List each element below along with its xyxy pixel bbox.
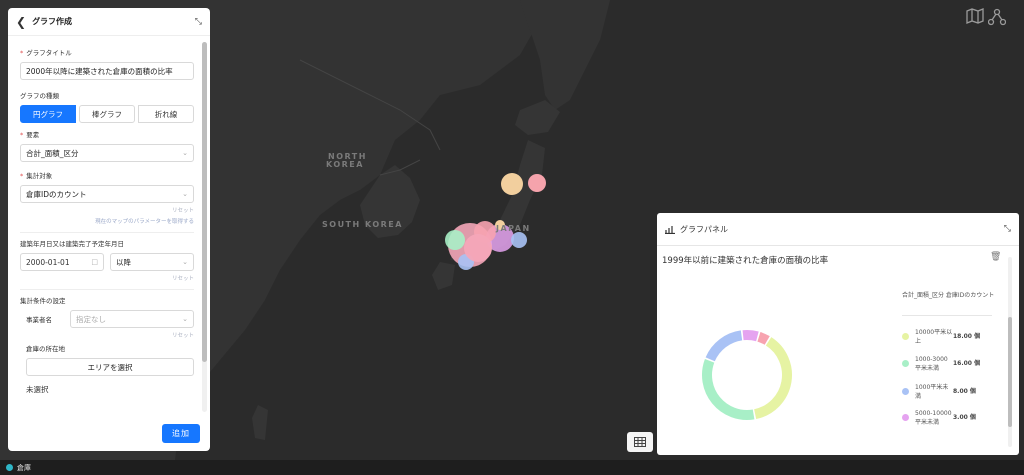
chevron-down-icon: ⌄ xyxy=(182,258,188,266)
share-icon[interactable] xyxy=(988,8,1008,28)
operator-select-placeholder: 指定なし xyxy=(76,314,106,324)
graph-type-bar[interactable]: 棒グラフ xyxy=(79,105,135,123)
graph-panel: グラフパネル ⤡ 1999年以前に建築された倉庫の面積の比率 🗑 合計_面積_区… xyxy=(657,213,1019,455)
panel-scrollbar[interactable] xyxy=(202,42,207,412)
aggregate-select-value: 倉庫IDのカウント xyxy=(26,189,87,199)
map-label-south-korea: SOUTH KOREA xyxy=(322,220,403,229)
layer-color-dot xyxy=(6,464,13,471)
bubble-marker[interactable] xyxy=(501,173,523,195)
donut-slice[interactable] xyxy=(753,337,792,420)
date-section-label: 建築年月日又は建築完了予定年月日 xyxy=(20,240,124,248)
aggregate-select[interactable]: 倉庫IDのカウント ⌄ xyxy=(20,185,194,203)
bar-chart-icon xyxy=(665,225,675,234)
legend-label: 1000-3000平米未満 xyxy=(915,356,948,372)
graph-panel-header: グラフパネル ⤡ xyxy=(657,213,1019,246)
date-op-select[interactable]: 以降 ⌄ xyxy=(110,253,194,271)
select-area-button[interactable]: エリアを選択 xyxy=(26,358,194,376)
graph-type-selector: 円グラフ 棒グラフ 折れ線 xyxy=(20,105,194,123)
chevron-down-icon: ⌄ xyxy=(182,190,188,198)
calendar-icon: □ xyxy=(91,258,98,266)
use-map-params-link[interactable]: 現在のマップのパラメーターを取得する xyxy=(20,217,194,225)
add-button[interactable]: 追加 xyxy=(162,424,200,443)
operator-select[interactable]: 指定なし ⌄ xyxy=(70,310,194,328)
divider xyxy=(20,232,194,233)
condition-section-label: 集計条件の設定 xyxy=(20,297,66,305)
graph-type-line[interactable]: 折れ線 xyxy=(138,105,194,123)
table-toggle-button[interactable] xyxy=(627,432,653,452)
collapse-icon[interactable]: ⤡ xyxy=(195,17,202,27)
operator-label: 事業者名 xyxy=(26,316,52,324)
legend-swatch xyxy=(902,360,909,367)
donut-chart xyxy=(702,330,792,420)
legend-item[interactable]: 1000-3000平米未満 16.00 個 xyxy=(902,355,1002,373)
legend-label: 5000-10000平米未満 xyxy=(915,410,952,426)
date-value: 2000-01-01 xyxy=(26,257,70,267)
date-reset-link[interactable]: リセット xyxy=(20,274,194,282)
aggregate-reset-link[interactable]: リセット xyxy=(20,206,194,214)
graph-panel-scrollbar[interactable] xyxy=(1008,257,1012,447)
layer-name: 倉庫 xyxy=(17,463,31,472)
map-label-north-korea-2: KOREA xyxy=(326,160,364,169)
bubble-marker[interactable] xyxy=(528,174,546,192)
trash-icon[interactable]: 🗑 xyxy=(990,252,1001,262)
legend-swatch xyxy=(902,414,909,421)
panel-title: グラフ作成 xyxy=(32,17,73,26)
collapse-icon[interactable]: ⤡ xyxy=(1004,224,1011,234)
graph-type-label: グラフの種類 xyxy=(20,92,59,100)
donut-slice[interactable] xyxy=(702,359,755,420)
chart-title: 1999年以前に建築された倉庫の面積の比率 xyxy=(662,256,829,266)
legend-value: 18.00 個 xyxy=(953,333,981,340)
legend-value: 8.00 個 xyxy=(953,388,976,395)
aggregate-label: 集計対象 xyxy=(26,172,53,180)
legend-swatch xyxy=(902,388,909,395)
graph-title-input[interactable]: 2000年以降に建築された倉庫の面積の比率 xyxy=(20,62,194,80)
operator-reset-link[interactable]: リセット xyxy=(20,331,194,339)
element-select-value: 合計_面積_区分 xyxy=(26,148,79,158)
graph-title-label: グラフタイトル xyxy=(26,49,72,57)
status-bar: 倉庫 xyxy=(0,460,1024,475)
map-icon[interactable] xyxy=(966,8,986,28)
legend-value: 16.00 個 xyxy=(953,360,981,367)
legend-value: 3.00 個 xyxy=(953,414,976,421)
element-select[interactable]: 合計_面積_区分 ⌄ xyxy=(20,144,194,162)
legend-item[interactable]: 10000平米以上 18.00 個 xyxy=(902,328,1002,346)
graph-create-panel: ❮ グラフ作成 ⤡ * グラフタイトル 2000年以降に建築された倉庫の面積の比率… xyxy=(8,8,210,451)
donut-slice[interactable] xyxy=(757,332,770,345)
donut-slice[interactable] xyxy=(705,330,743,362)
graph-panel-title: グラフパネル xyxy=(680,224,728,234)
date-op-value: 以降 xyxy=(116,257,131,267)
graph-type-pie[interactable]: 円グラフ xyxy=(20,105,76,123)
legend-item[interactable]: 5000-10000平米未満 3.00 個 xyxy=(902,409,1002,427)
back-icon[interactable]: ❮ xyxy=(16,15,26,29)
legend-label: 10000平米以上 xyxy=(915,329,953,345)
location-label: 倉庫の所在地 xyxy=(26,345,65,353)
legend-header: 合計_面積_区分 倉庫IDのカウント xyxy=(902,292,995,299)
donut-slice[interactable] xyxy=(742,330,759,342)
legend-label: 1000平米未満 xyxy=(915,384,949,400)
location-unselected-text: 未選択 xyxy=(26,385,49,394)
element-label: 要素 xyxy=(26,131,40,139)
legend-swatch xyxy=(902,333,909,340)
chevron-down-icon: ⌄ xyxy=(182,315,188,323)
date-picker[interactable]: 2000-01-01 □ xyxy=(20,253,104,271)
divider xyxy=(20,289,194,290)
panel-body: * グラフタイトル 2000年以降に建築された倉庫の面積の比率 グラフの種類 円グ… xyxy=(20,49,194,394)
map-label-japan: JAPAN xyxy=(496,224,531,233)
chevron-down-icon: ⌄ xyxy=(182,149,188,157)
panel-header: ❮ グラフ作成 ⤡ xyxy=(8,8,210,36)
legend-item[interactable]: 1000平米未満 8.00 個 xyxy=(902,383,1002,401)
table-icon xyxy=(634,437,646,447)
